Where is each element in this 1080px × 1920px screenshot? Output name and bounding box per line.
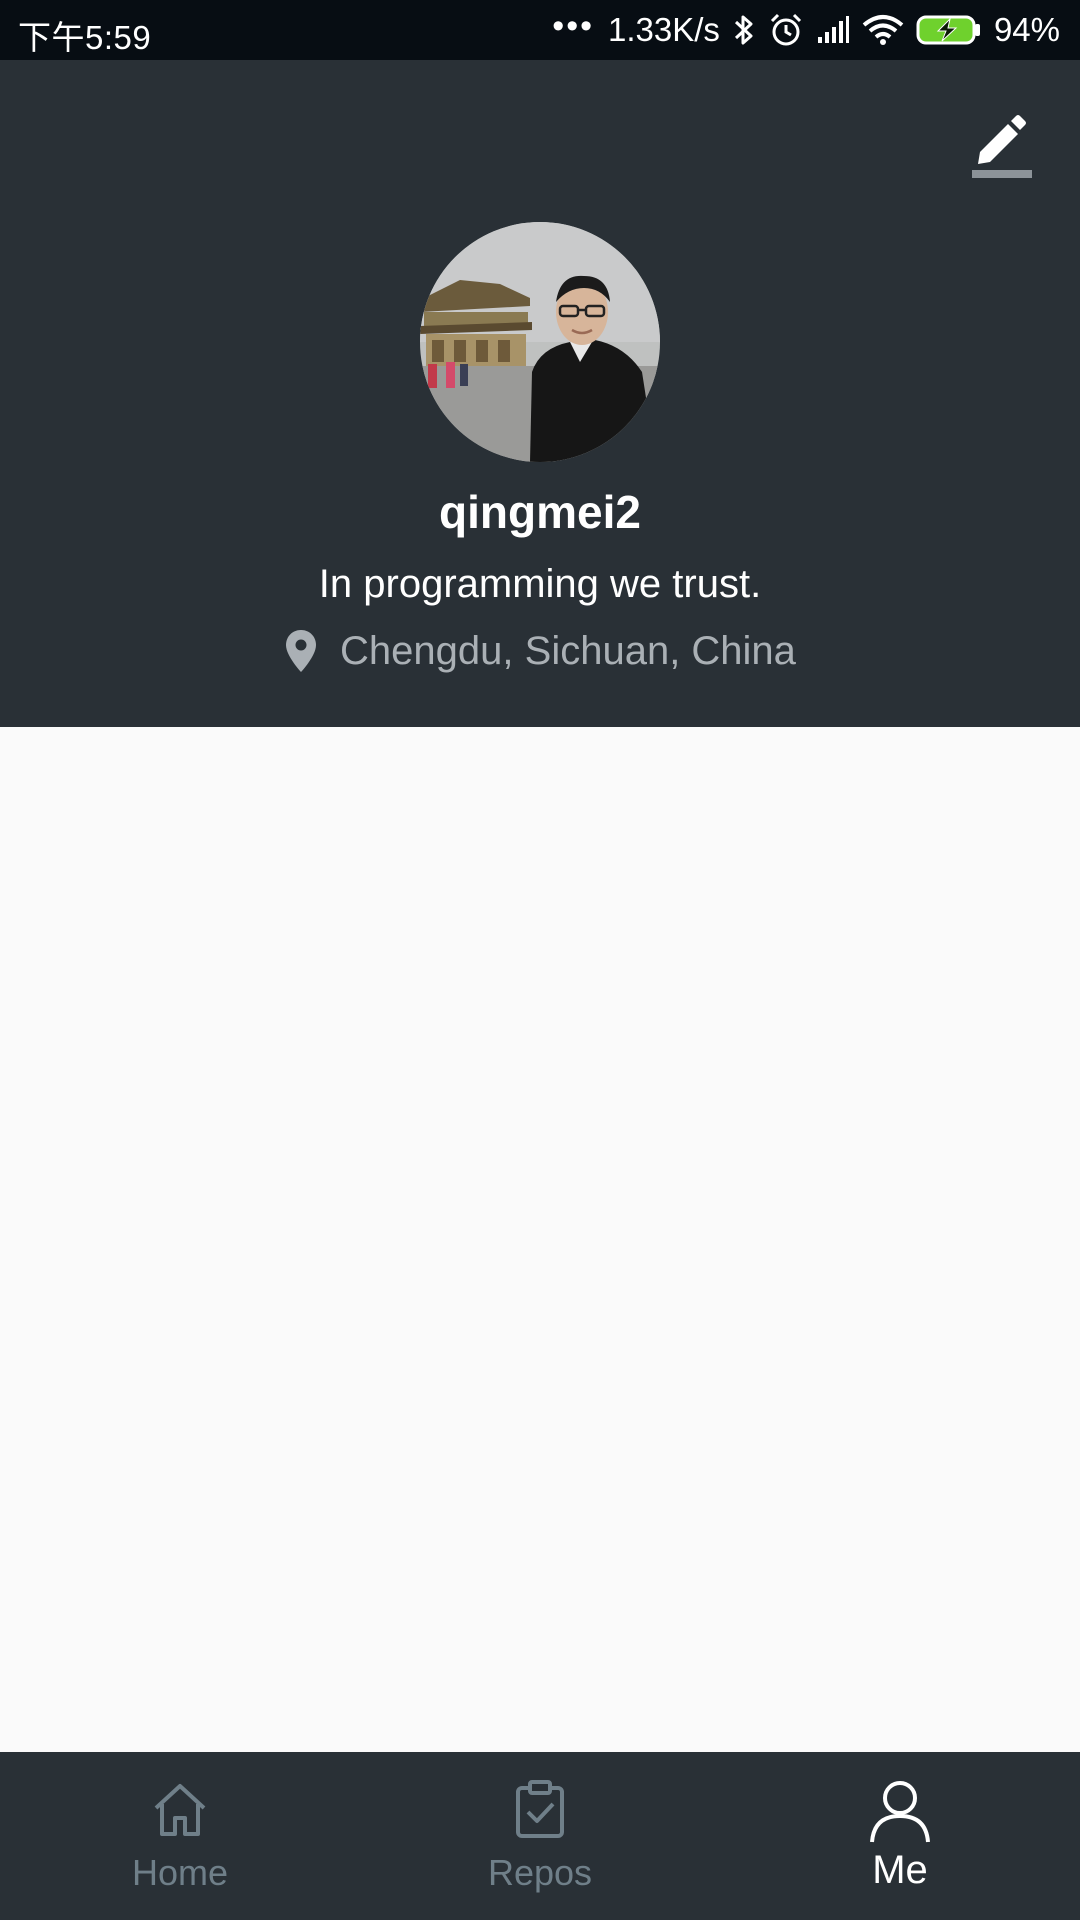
profile-header: qingmei2 In programming we trust. Chengd… bbox=[0, 60, 1080, 727]
location-text: Chengdu, Sichuan, China bbox=[340, 628, 796, 673]
edit-profile-button[interactable] bbox=[960, 102, 1040, 182]
status-time: 下午5:59 bbox=[18, 19, 152, 56]
signal-icon bbox=[817, 16, 849, 43]
nav-label-me: Me bbox=[872, 1848, 928, 1892]
battery-percent: 94% bbox=[993, 11, 1060, 48]
battery-charging-icon bbox=[916, 15, 980, 45]
bottom-navigation: Home Repos Me bbox=[0, 1752, 1080, 1920]
edit-pencil-icon bbox=[972, 115, 1032, 178]
nav-label-repos: Repos bbox=[487, 1852, 593, 1893]
wifi-icon bbox=[862, 15, 904, 45]
profile-location: Chengdu, Sichuan, China bbox=[0, 628, 1080, 674]
nav-item-home[interactable]: Home bbox=[0, 1752, 360, 1920]
nav-item-repos[interactable]: Repos bbox=[360, 1752, 720, 1920]
status-bar: 下午5:59 ••• 1.33K/s 94% bbox=[0, 0, 1080, 60]
home-icon bbox=[154, 1784, 206, 1836]
profile-bio: In programming we trust. bbox=[318, 562, 762, 606]
alarm-icon bbox=[770, 13, 801, 46]
location-pin-icon bbox=[286, 630, 317, 672]
status-icons: ••• 1.33K/s 94% bbox=[552, 0, 1060, 60]
bluetooth-icon bbox=[734, 15, 753, 45]
avatar-photo bbox=[420, 222, 660, 462]
nav-item-me[interactable]: Me bbox=[720, 1752, 1080, 1920]
network-speed: 1.33K/s bbox=[608, 11, 720, 48]
avatar[interactable] bbox=[420, 222, 660, 462]
profile-username: qingmei2 bbox=[439, 486, 641, 538]
person-icon bbox=[870, 1781, 930, 1843]
app-screen: 下午5:59 ••• 1.33K/s 94% qingmei2 In progr… bbox=[0, 0, 1080, 1920]
nav-label-home: Home bbox=[131, 1852, 229, 1893]
more-notifications-dots: ••• bbox=[552, 6, 595, 45]
clipboard-check-icon bbox=[516, 1780, 564, 1838]
